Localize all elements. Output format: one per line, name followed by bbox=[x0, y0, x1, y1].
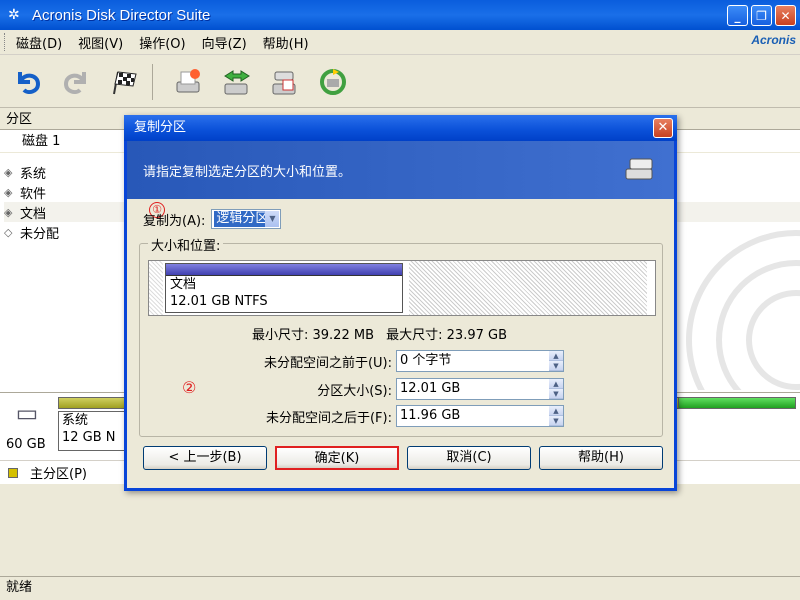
minimize-button[interactable]: _ bbox=[727, 5, 748, 26]
space-before bbox=[149, 261, 163, 315]
spin-up-icon[interactable]: ▲ bbox=[549, 406, 563, 416]
menu-operations[interactable]: 操作(O) bbox=[131, 33, 193, 52]
dialog-header: 请指定复制选定分区的大小和位置。 bbox=[127, 141, 674, 199]
recycle-icon bbox=[320, 68, 346, 95]
copy-as-row: 复制为(A): 逻辑分区 ▼ bbox=[143, 209, 282, 229]
spin-up-icon[interactable]: ▲ bbox=[549, 351, 563, 361]
partition-layout-slider[interactable]: 文档 12.01 GB NTFS bbox=[148, 260, 656, 316]
partition-size-label: 分区大小(S): bbox=[317, 383, 392, 399]
partition-block-name: 文档 bbox=[170, 277, 197, 292]
spin-up-icon[interactable]: ▲ bbox=[549, 379, 563, 389]
copy-as-select[interactable]: 逻辑分区 ▼ bbox=[211, 209, 282, 229]
partition-label: 系统 bbox=[20, 166, 47, 182]
group-label: 大小和位置: bbox=[148, 235, 224, 254]
back-button[interactable]: < 上一步(B) bbox=[143, 446, 267, 470]
copy-as-value: 逻辑分区 bbox=[214, 211, 267, 227]
space-after-value: 11.96 GB bbox=[400, 408, 461, 423]
dialog-instructions: 请指定复制选定分区的大小和位置。 bbox=[143, 165, 352, 180]
size-position-group: 大小和位置: 文档 12.01 GB NTFS 最小尺寸: 39.22 MB 最… bbox=[139, 235, 663, 437]
menu-wizards[interactable]: 向导(Z) bbox=[194, 33, 255, 52]
spin-down-icon[interactable]: ▼ bbox=[549, 416, 563, 426]
window-titlebar: ✲ Acronis Disk Director Suite _ ❐ ✕ bbox=[0, 0, 800, 30]
app-icon: ✲ bbox=[8, 7, 20, 23]
undo-button[interactable] bbox=[8, 62, 48, 102]
partition-size-stepper[interactable]: 12.01 GB ▲ ▼ bbox=[396, 378, 564, 400]
space-before-stepper[interactable]: 0 个字节 ▲ ▼ bbox=[396, 350, 564, 372]
legend-primary-label: 主分区(P) bbox=[30, 467, 87, 482]
toolbar-separator bbox=[152, 63, 153, 100]
chevron-down-icon[interactable]: ▼ bbox=[265, 211, 280, 227]
dialog-title: 复制分区 bbox=[134, 120, 187, 135]
menu-bar: 磁盘(D) 视图(V) 操作(O) 向导(Z) 帮助(H) Acronis bbox=[0, 30, 800, 55]
space-before-label: 未分配空间之前于(U): bbox=[263, 355, 392, 371]
recycle-button[interactable] bbox=[313, 62, 353, 102]
disk-free-bar bbox=[678, 397, 796, 409]
annotation-marker-2: ② bbox=[182, 378, 197, 397]
window-title: Acronis Disk Director Suite bbox=[32, 6, 211, 24]
partition-label: 文档 bbox=[20, 206, 47, 222]
close-button[interactable]: ✕ bbox=[775, 5, 796, 26]
status-bar: 就绪 bbox=[0, 576, 800, 600]
partition-size-row: 分区大小(S): 12.01 GB ▲ ▼ bbox=[200, 378, 630, 400]
redo-button[interactable] bbox=[56, 62, 96, 102]
menu-disk[interactable]: 磁盘(D) bbox=[8, 33, 70, 52]
dialog-buttons: < 上一步(B) 确定(K) 取消(C) 帮助(H) bbox=[143, 446, 663, 470]
cancel-button[interactable]: 取消(C) bbox=[407, 446, 531, 470]
space-before-row: 未分配空间之前于(U): 0 个字节 ▲ ▼ bbox=[200, 350, 630, 372]
commit-button[interactable] bbox=[104, 62, 144, 102]
copy-disk-icon bbox=[624, 155, 658, 189]
space-after-stepper[interactable]: 11.96 GB ▲ ▼ bbox=[396, 405, 564, 427]
unallocated-icon: ◇ bbox=[4, 225, 13, 239]
spin-down-icon[interactable]: ▼ bbox=[549, 361, 563, 371]
undo-icon bbox=[18, 71, 41, 94]
space-before-value: 0 个字节 bbox=[400, 353, 452, 368]
partition-label: 未分配 bbox=[20, 226, 60, 242]
space-after-label: 未分配空间之后于(F): bbox=[265, 410, 392, 426]
resize-partition-icon bbox=[224, 69, 250, 94]
copy-partition-icon bbox=[272, 71, 296, 94]
spin-down-icon[interactable]: ▼ bbox=[549, 389, 563, 399]
toolbar bbox=[0, 56, 800, 108]
partition-size-value: 12.01 GB bbox=[400, 381, 461, 396]
menu-help[interactable]: 帮助(H) bbox=[255, 33, 317, 52]
min-size: 最小尺寸: 39.22 MB bbox=[252, 328, 374, 343]
background-disk-illustration bbox=[676, 140, 800, 390]
partition-icon: ◈ bbox=[4, 185, 13, 199]
partition-bar bbox=[166, 264, 402, 276]
partition-block[interactable]: 文档 12.01 GB NTFS bbox=[165, 263, 403, 313]
menu-view[interactable]: 视图(V) bbox=[70, 33, 131, 52]
space-after bbox=[409, 261, 647, 315]
create-partition-icon bbox=[176, 68, 200, 92]
acronis-logo: Acronis bbox=[751, 33, 796, 47]
redo-icon bbox=[63, 71, 86, 94]
primary-partition-swatch bbox=[8, 467, 18, 478]
dialog-close-button[interactable]: ✕ bbox=[653, 118, 673, 138]
dialog-titlebar: 复制分区 ✕ bbox=[124, 115, 677, 141]
partition-icon: ◈ bbox=[4, 165, 13, 179]
size-limits: 最小尺寸: 39.22 MB 最大尺寸: 23.97 GB bbox=[252, 324, 507, 343]
max-size: 最大尺寸: 23.97 GB bbox=[386, 328, 507, 343]
resize-partition-button[interactable] bbox=[217, 62, 257, 102]
hard-disk-icon: ▭ bbox=[15, 399, 39, 427]
create-partition-button[interactable] bbox=[169, 62, 209, 102]
copy-as-label: 复制为(A): bbox=[143, 213, 206, 229]
partition-label: 软件 bbox=[20, 186, 47, 202]
copy-partition-button[interactable] bbox=[265, 62, 305, 102]
space-after-row: 未分配空间之后于(F): 11.96 GB ▲ ▼ bbox=[200, 405, 630, 427]
checkered-flag-icon bbox=[113, 70, 137, 94]
copy-partition-dialog: 复制分区 ✕ 请指定复制选定分区的大小和位置。 ① 复制为(A): 逻辑分区 ▼… bbox=[124, 115, 677, 491]
help-button[interactable]: 帮助(H) bbox=[539, 446, 663, 470]
restore-button[interactable]: ❐ bbox=[751, 5, 772, 26]
partition-block-info: 12.01 GB NTFS bbox=[170, 294, 268, 309]
ok-button[interactable]: 确定(K) bbox=[275, 446, 399, 470]
disk-size: 60 GB bbox=[6, 437, 46, 452]
partition-icon: ◈ bbox=[4, 205, 13, 219]
